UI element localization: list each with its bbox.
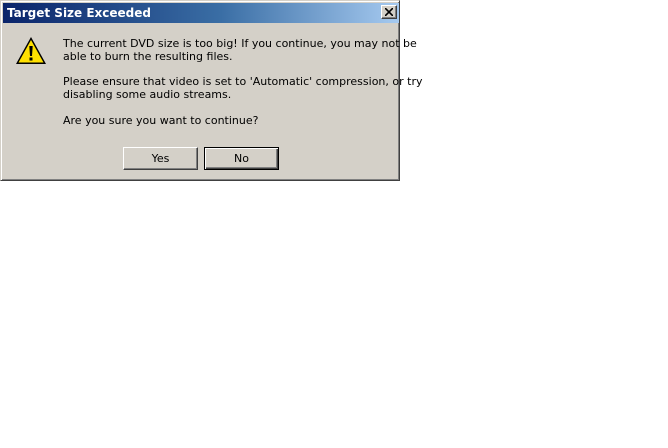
no-button[interactable]: No xyxy=(204,147,279,170)
message-line: Are you sure you want to continue? xyxy=(63,114,259,127)
dialog-title: Target Size Exceeded xyxy=(7,6,151,20)
message-paragraph-3: Are you sure you want to continue? xyxy=(63,114,393,127)
title-bar[interactable]: Target Size Exceeded xyxy=(3,3,399,23)
message-line: able to burn the resulting files. xyxy=(63,50,233,63)
message-line: disabling some audio streams. xyxy=(63,88,232,101)
message-line: Please ensure that video is set to 'Auto… xyxy=(63,75,423,88)
message-paragraph-2: Please ensure that video is set to 'Auto… xyxy=(63,75,423,101)
message-paragraph-1: The current DVD size is too big! If you … xyxy=(63,37,417,63)
message-line: The current DVD size is too big! If you … xyxy=(63,37,417,50)
close-icon xyxy=(385,8,393,16)
yes-button[interactable]: Yes xyxy=(123,147,198,170)
close-button[interactable] xyxy=(381,5,397,19)
warning-icon xyxy=(16,37,46,64)
dialog-window: Target Size Exceeded The current DVD siz… xyxy=(0,0,423,181)
